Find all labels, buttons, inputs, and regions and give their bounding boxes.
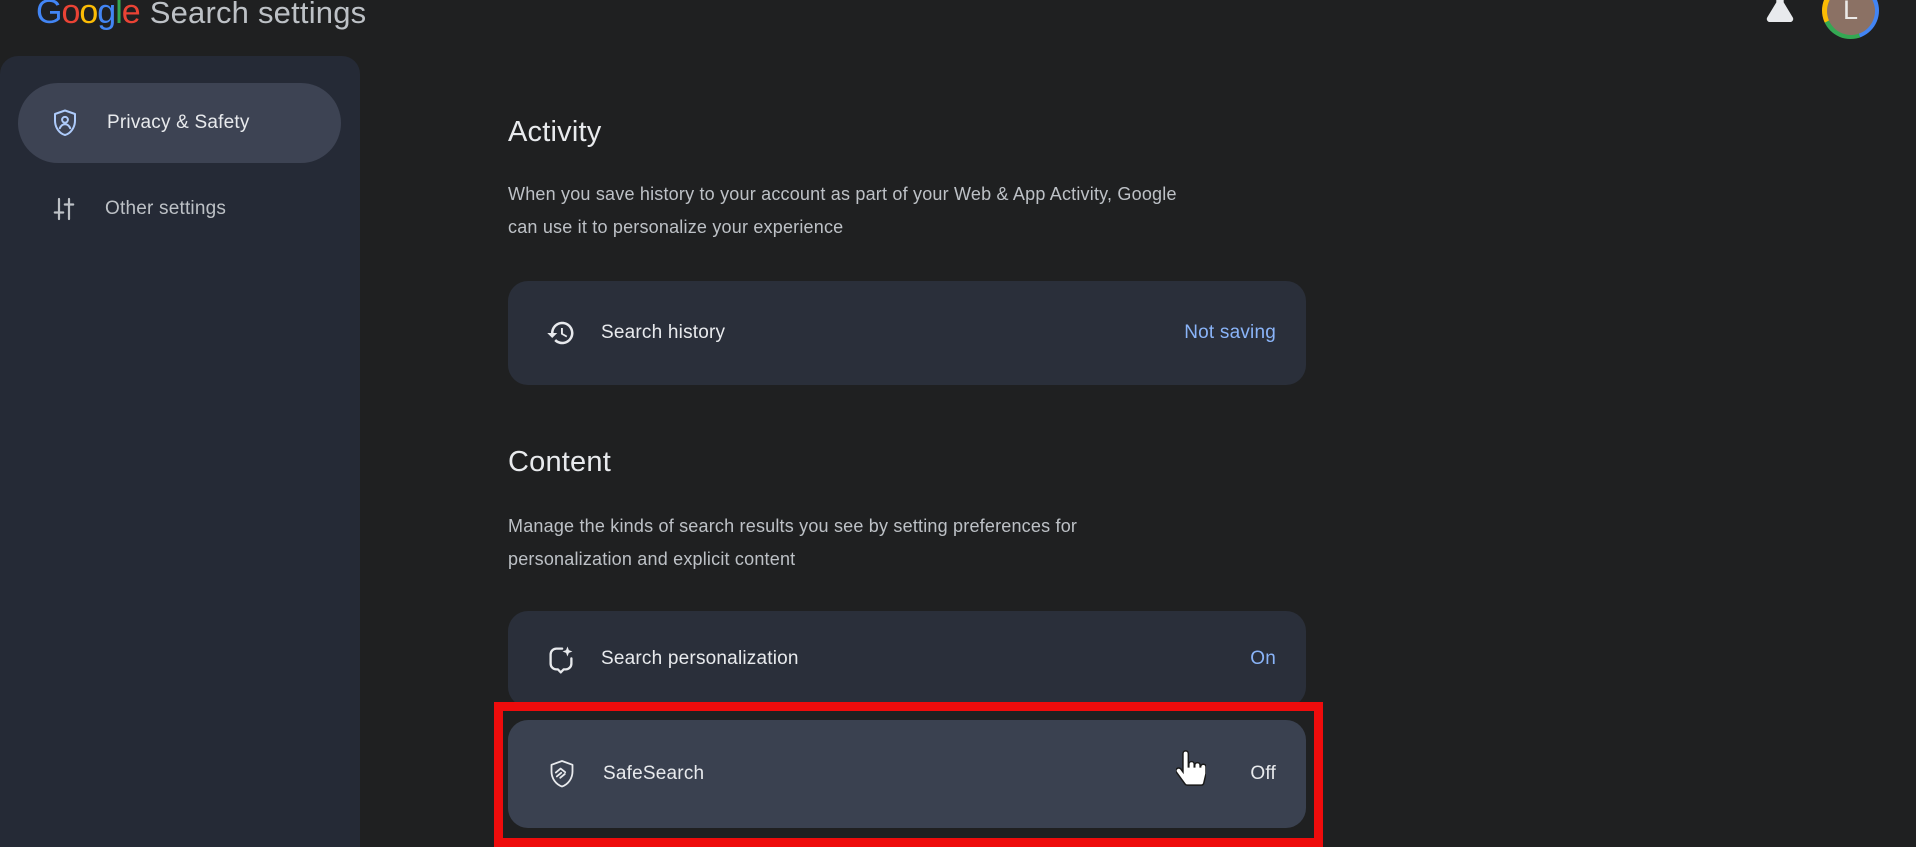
description-line: Manage the kinds of search results you s…	[508, 510, 1077, 543]
main-content: Activity When you save history to your a…	[508, 56, 1308, 847]
shield-person-icon	[50, 108, 80, 138]
sparkle-frame-icon	[546, 644, 576, 674]
status-value: Off	[1250, 763, 1276, 785]
section-description-activity: When you save history to your account as…	[508, 178, 1177, 244]
row-label: SafeSearch	[603, 763, 1225, 785]
status-value: On	[1250, 648, 1276, 670]
sidebar: Privacy & Safety Other settings	[0, 56, 360, 847]
logo-letter: o	[79, 0, 97, 32]
sliders-icon	[50, 195, 78, 223]
logo-letter: e	[122, 0, 140, 32]
row-label: Search personalization	[601, 648, 1225, 670]
safesearch-shield-icon	[546, 758, 578, 790]
description-line: When you save history to your account as…	[508, 178, 1177, 211]
logo-letter: G	[36, 0, 61, 32]
logo-letter: o	[61, 0, 79, 32]
search-history-row[interactable]: Search history Not saving	[508, 281, 1306, 385]
search-settings-page: Google Search settings L Privacy & Safety	[0, 0, 1916, 847]
sidebar-item-other-settings[interactable]: Other settings	[18, 178, 341, 240]
avatar[interactable]: L	[1822, 0, 1879, 39]
labs-flask-icon[interactable]	[1763, 0, 1797, 30]
history-icon	[546, 318, 576, 348]
header: Google Search settings L	[0, 0, 1916, 56]
section-heading-content: Content	[508, 446, 611, 479]
description-line: personalization and explicit content	[508, 543, 1077, 576]
search-personalization-row[interactable]: Search personalization On	[508, 611, 1306, 707]
section-heading-activity: Activity	[508, 116, 601, 149]
safesearch-row[interactable]: SafeSearch Off	[508, 720, 1306, 828]
description-line: can use it to personalize your experienc…	[508, 211, 1177, 244]
sidebar-item-label: Other settings	[105, 198, 226, 220]
brand[interactable]: Google Search settings	[36, 0, 366, 32]
logo-letter: g	[97, 0, 115, 32]
status-value: Not saving	[1184, 322, 1276, 344]
sidebar-item-label: Privacy & Safety	[107, 112, 250, 134]
avatar-initial: L	[1827, 0, 1875, 35]
page-title: Search settings	[150, 0, 367, 30]
section-description-content: Manage the kinds of search results you s…	[508, 510, 1077, 576]
google-logo: Google	[36, 0, 140, 31]
sidebar-item-privacy-safety[interactable]: Privacy & Safety	[18, 83, 341, 163]
row-label: Search history	[601, 322, 1159, 344]
